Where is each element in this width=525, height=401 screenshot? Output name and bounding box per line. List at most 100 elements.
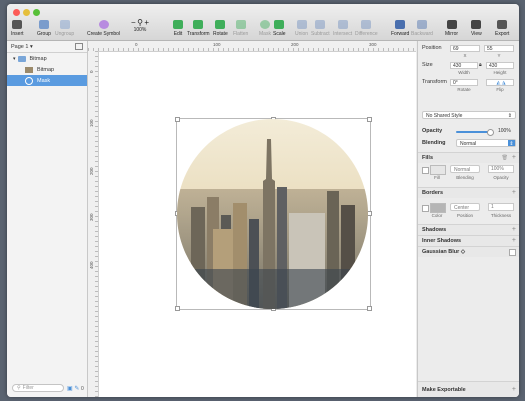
rotate-button[interactable]: Rotate: [213, 20, 228, 37]
blending-caption: Blending: [456, 175, 474, 180]
add-inner-shadow-icon[interactable]: +: [512, 237, 516, 244]
intersect-button[interactable]: Intersect: [333, 20, 352, 37]
opacity-slider[interactable]: [456, 129, 494, 136]
border-color-well[interactable]: [430, 203, 446, 213]
subtract-button[interactable]: Subtract: [311, 20, 330, 37]
width-input[interactable]: 430: [450, 62, 478, 69]
border-thickness-input[interactable]: 1: [488, 203, 514, 211]
shared-style-select[interactable]: No Shared Style ⇕: [422, 111, 516, 119]
ungroup-button[interactable]: Ungroup: [55, 20, 74, 37]
backward-button[interactable]: Backward: [411, 20, 433, 37]
close-window-button[interactable]: [13, 9, 20, 16]
ruler-label: 300: [89, 213, 94, 221]
flip-horizontal-icon[interactable]: ◭: [496, 80, 500, 86]
fills-section-header[interactable]: Fills 🗑︎ +: [418, 152, 519, 163]
borders-section-header[interactable]: Borders +: [418, 187, 519, 198]
symbol-filter-icon[interactable]: ▣: [67, 386, 73, 392]
add-shadow-icon[interactable]: +: [512, 226, 516, 233]
zoom-control[interactable]: − ⚲ + 100%: [131, 18, 149, 33]
add-fill-icon[interactable]: +: [512, 154, 516, 161]
pages-header: Page 1 ▾: [7, 41, 87, 53]
layer-item-mask[interactable]: Mask: [7, 75, 87, 86]
view-button[interactable]: View: [471, 20, 482, 37]
filter-options[interactable]: ▣ ✎ 0: [67, 385, 84, 392]
inner-shadows-section-header[interactable]: Inner Shadows +: [418, 235, 519, 246]
difference-button[interactable]: Difference: [355, 20, 378, 37]
edit-filter-icon[interactable]: ✎: [74, 386, 79, 392]
forward-icon: [395, 20, 406, 29]
scale-button[interactable]: Scale: [273, 20, 286, 37]
border-enabled-checkbox[interactable]: [422, 205, 429, 212]
add-export-icon[interactable]: +: [512, 386, 516, 393]
fill-color-well[interactable]: [430, 165, 446, 175]
resize-handle[interactable]: [367, 306, 372, 311]
resize-handle[interactable]: [175, 117, 180, 122]
view-icon: [471, 20, 482, 29]
border-position-select[interactable]: Center: [450, 203, 480, 211]
zoom-window-button[interactable]: [33, 9, 40, 16]
resize-handle[interactable]: [175, 306, 180, 311]
fill-opacity-input[interactable]: 100%: [488, 165, 514, 173]
mask-button[interactable]: Mask: [259, 20, 271, 37]
trash-icon[interactable]: 🗑︎: [502, 155, 508, 161]
edit-button[interactable]: Edit: [173, 20, 183, 37]
make-exportable-section[interactable]: Make Exportable +: [418, 381, 519, 397]
chevron-updown-icon: ⇕: [507, 113, 512, 119]
minimize-window-button[interactable]: [23, 9, 30, 16]
rotate-icon: [215, 20, 226, 29]
union-icon: [296, 20, 307, 29]
ruler-label: 100: [89, 119, 94, 127]
height-input[interactable]: 430: [486, 62, 514, 69]
export-button[interactable]: Export: [495, 20, 509, 37]
pages-toggle-icon[interactable]: [75, 43, 83, 50]
layer-item-bitmap[interactable]: Bitmap: [7, 64, 87, 75]
symbol-icon: [98, 20, 109, 29]
page-selector[interactable]: Page 1 ▾: [11, 44, 75, 50]
add-border-icon[interactable]: +: [512, 189, 516, 196]
zoom-out-button[interactable]: −: [131, 18, 136, 27]
gaussian-blur-section-header[interactable]: Gaussian Blur ◇: [418, 246, 519, 257]
height-caption: Height: [493, 70, 507, 75]
filter-count: 0: [81, 386, 84, 392]
flatten-button[interactable]: Flatten: [233, 20, 248, 37]
flip-vertical-icon[interactable]: ◮: [502, 80, 506, 86]
ruler-label: 100: [213, 42, 221, 47]
layer-item-bitmap-group[interactable]: ▾ Bitmap: [7, 53, 87, 64]
create-symbol-button[interactable]: Create Symbol: [87, 20, 120, 37]
flatten-icon: [235, 20, 246, 29]
width-caption: Width: [458, 70, 470, 75]
lock-icon[interactable]: 🔒︎: [479, 62, 482, 68]
vertical-ruler[interactable]: 0 100 200 300 400: [88, 51, 99, 397]
shadows-section-header[interactable]: Shadows +: [418, 224, 519, 235]
blending-select[interactable]: Normal ⇕: [456, 139, 516, 147]
x-caption: X: [463, 53, 467, 58]
transform-button[interactable]: Transform: [187, 20, 210, 37]
blur-enabled-checkbox[interactable]: [509, 249, 516, 256]
rotate-input[interactable]: 0°: [450, 79, 478, 86]
mirror-button[interactable]: Mirror: [445, 20, 458, 37]
zoom-in-button[interactable]: +: [144, 18, 149, 27]
ruler-label: 300: [369, 42, 377, 47]
masked-city-bitmap[interactable]: [177, 119, 368, 309]
opacity-slider-thumb[interactable]: [487, 129, 494, 136]
fill-enabled-checkbox[interactable]: [422, 167, 429, 174]
group-button[interactable]: Group: [37, 20, 51, 37]
group-icon: [38, 20, 49, 29]
fill-blending-select[interactable]: Normal: [450, 165, 480, 173]
artboard[interactable]: [99, 52, 416, 397]
flip-buttons[interactable]: ◭ ◮: [486, 79, 514, 86]
resize-handle[interactable]: [367, 117, 372, 122]
opacity-value[interactable]: 100%: [498, 128, 511, 134]
y-position-input[interactable]: 55: [484, 45, 514, 52]
layer-filter-input[interactable]: ⚲ Filter: [12, 384, 64, 392]
canvas[interactable]: 0 100 200 300 0 100 200 300 400: [88, 41, 416, 397]
disclosure-triangle-icon[interactable]: ▾: [13, 56, 16, 62]
union-button[interactable]: Union: [295, 20, 308, 37]
export-icon: [497, 20, 508, 29]
edit-icon: [173, 20, 183, 29]
insert-button[interactable]: Insert: [11, 20, 24, 37]
forward-button[interactable]: Forward: [391, 20, 409, 37]
x-position-input[interactable]: 69: [450, 45, 480, 52]
horizontal-ruler[interactable]: 0 100 200 300: [88, 41, 416, 52]
thickness-caption: Thickness: [490, 213, 512, 218]
